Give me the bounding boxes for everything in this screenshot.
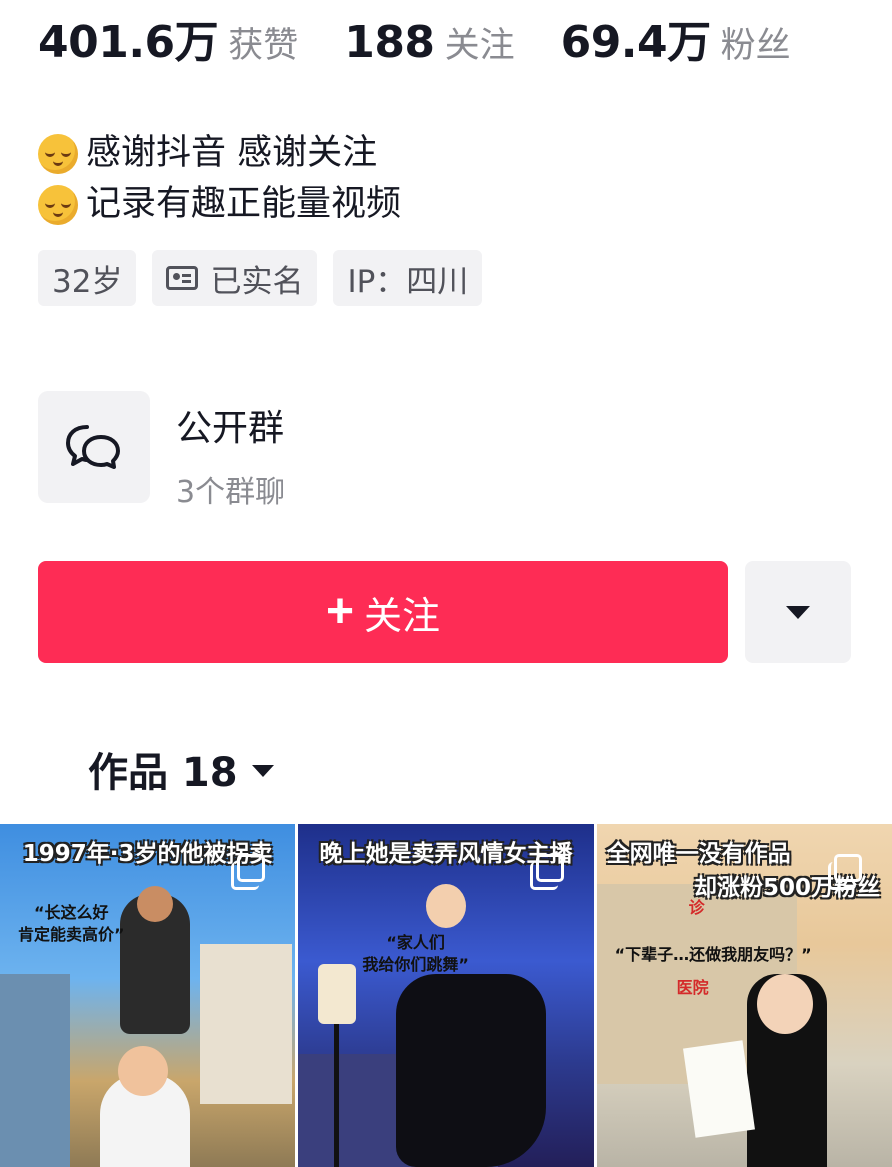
follow-label: 关注: [364, 595, 441, 638]
stat-following[interactable]: 188 关注: [344, 17, 514, 68]
ip-text: IP：四川: [347, 263, 469, 300]
stat-likes[interactable]: 401.6万 获赞: [38, 6, 298, 70]
more-options-button[interactable]: [745, 561, 851, 663]
group-title: 公开群: [176, 408, 285, 449]
group-subtitle: 3个群聊: [176, 475, 286, 510]
relieved-face-emoji-icon: [38, 184, 78, 225]
profile-stats: 401.6万 获赞 188 关注 69.4万 粉丝: [38, 6, 791, 70]
followers-count: 69.4万: [560, 17, 712, 68]
hospital-sign: 医院: [676, 978, 709, 997]
works-tab-label: 作品 18: [88, 750, 238, 796]
bio-line: 感谢抖音 感谢关注: [38, 128, 401, 179]
multi-image-icon: [529, 854, 564, 890]
dancer-head: [426, 884, 467, 928]
tab-works[interactable]: 作品 18: [88, 740, 274, 798]
dancer-dress: [396, 974, 547, 1167]
video-grid: 1997年·3岁的他被拐卖 “长这么好 肯定能卖高价” 晚上她是卖弄风情女主播 …: [0, 824, 892, 1167]
phone-on-tripod: [318, 964, 357, 1024]
id-card-icon: [166, 266, 199, 290]
video-thumbnail[interactable]: 全网唯一没有作品 却涨粉500万粉丝 诊 医院 “下辈子…还做我朋友吗？”: [596, 824, 892, 1167]
age-text: 32岁: [52, 263, 123, 300]
bio-line: 记录有趣正能量视频: [38, 179, 401, 230]
multi-image-icon: [827, 854, 862, 890]
bio-text: 记录有趣正能量视频: [86, 184, 402, 224]
likes-label: 获赞: [228, 26, 299, 66]
stat-followers[interactable]: 69.4万 粉丝: [561, 6, 791, 70]
video-quote: “长这么好 肯定能卖高价”: [18, 903, 125, 944]
caret-down-icon: [251, 765, 274, 777]
multi-image-icon: [231, 854, 266, 890]
following-label: 关注: [444, 26, 515, 66]
video-thumbnail[interactable]: 晚上她是卖弄风情女主播 “家人们 我给你们跳舞”: [298, 824, 594, 1167]
following-count: 188: [344, 17, 435, 68]
plus-icon: +: [325, 585, 354, 638]
man-head: [137, 886, 173, 922]
medical-report: [682, 1040, 755, 1138]
profile-bio: 感谢抖音 感谢关注 记录有趣正能量视频: [38, 128, 401, 230]
tripod-pole: [334, 1024, 340, 1167]
bio-text: 感谢抖音 感谢关注: [86, 133, 378, 173]
chat-bubbles-icon: [38, 391, 150, 503]
caret-down-icon: [786, 605, 810, 619]
clinic-sign: 诊: [688, 898, 705, 917]
group-text: 公开群 3个群聊: [176, 391, 285, 511]
house-shape: [200, 944, 292, 1104]
profile-tags: 32岁 已实名 IP：四川: [38, 250, 483, 306]
verified-text: 已实名: [210, 263, 304, 300]
ip-location-tag: IP：四川: [333, 250, 483, 306]
follow-button[interactable]: + 关注: [38, 561, 728, 663]
age-tag: 32岁: [38, 250, 137, 306]
video-quote: “家人们 我给你们跳舞”: [362, 933, 469, 974]
likes-count: 401.6万: [38, 17, 219, 68]
video-quote: “下辈子…还做我朋友吗？”: [614, 945, 812, 964]
relieved-face-emoji-icon: [38, 133, 78, 174]
verified-tag[interactable]: 已实名: [152, 250, 318, 306]
video-thumbnail[interactable]: 1997年·3岁的他被拐卖 “长这么好 肯定能卖高价”: [0, 824, 296, 1167]
followers-label: 粉丝: [720, 26, 791, 66]
girl-head: [756, 974, 813, 1034]
public-group-entry[interactable]: 公开群 3个群聊: [38, 391, 285, 511]
child-head: [118, 1046, 168, 1096]
house-shape: [0, 974, 70, 1167]
